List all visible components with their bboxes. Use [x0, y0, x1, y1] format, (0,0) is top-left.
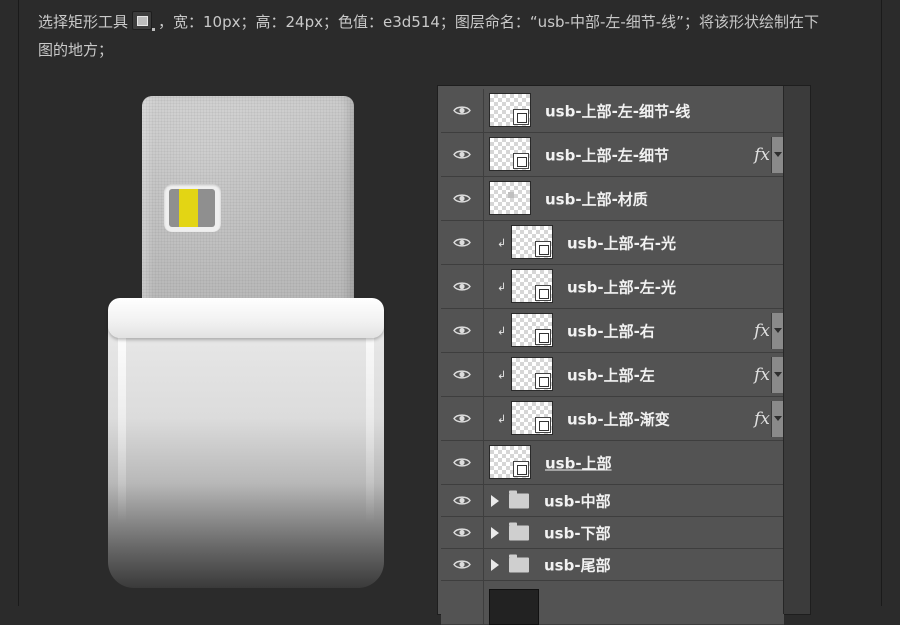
expand-group-arrow-icon[interactable] [491, 526, 499, 539]
layer-name[interactable]: usb-上部-右 [567, 320, 655, 341]
layer-row[interactable]: ↲ usb-上部-右-光 [441, 221, 784, 265]
vector-mask-icon [535, 373, 551, 389]
layer-name[interactable]: usb-上部-左 [567, 364, 655, 385]
visibility-eye-icon[interactable] [441, 89, 484, 132]
layer-name[interactable]: usb-上部-渐变 [567, 408, 670, 429]
layer-thumbnail[interactable] [511, 357, 553, 391]
layer-thumbnail[interactable] [511, 313, 553, 347]
usb-middle-band [108, 298, 384, 338]
vector-mask-icon [513, 109, 529, 125]
eye-column [441, 581, 484, 624]
layer-name[interactable]: usb-上部-左-细节-线 [545, 100, 690, 121]
layer-row[interactable]: ↲ usb-上部-左-光 [441, 265, 784, 309]
right-frame-line [881, 0, 882, 606]
layer-row[interactable]: usb-上部-材质 [441, 177, 784, 221]
layer-row[interactable]: usb-上部-左-细节-线 [441, 89, 784, 133]
usb-top-part [142, 96, 354, 320]
usb-illustration [100, 90, 400, 600]
layer-thumbnail[interactable] [489, 181, 531, 215]
instruction-part1: 选择矩形工具 [38, 13, 129, 31]
vector-mask-icon [535, 285, 551, 301]
layer-effects-icon[interactable]: fx [754, 321, 770, 341]
layer-row[interactable]: ↲ usb-上部-渐变 fx [441, 397, 784, 441]
layer-thumbnail[interactable] [489, 589, 539, 625]
group-name[interactable]: usb-尾部 [544, 554, 611, 575]
layer-thumbnail[interactable] [489, 93, 531, 127]
instruction-part2: ，宽：10px；高：24px；色值：e3d514；图层命名：“usb-中部-左-… [158, 13, 819, 31]
layer-effects-icon[interactable]: fx [754, 365, 770, 385]
usb-yellow-stripe [179, 189, 198, 227]
vector-mask-icon [513, 153, 529, 169]
visibility-eye-icon[interactable] [441, 309, 484, 352]
group-row[interactable]: usb-下部 [441, 517, 784, 549]
layer-row[interactable]: usb-上部 [441, 441, 784, 485]
layer-thumbnail[interactable] [489, 445, 531, 479]
visibility-eye-icon[interactable] [441, 265, 484, 308]
layer-name[interactable]: usb-上部-左-细节 [545, 144, 669, 165]
clipping-mask-icon: ↲ [497, 324, 507, 337]
layers-panel: usb-上部-左-细节-线 usb-上部-左-细节 fx usb-上部-材质 ↲ usb-… [437, 85, 811, 625]
layer-thumbnail[interactable] [511, 401, 553, 435]
visibility-eye-icon[interactable] [441, 177, 484, 220]
group-row[interactable]: usb-中部 [441, 485, 784, 517]
expand-group-arrow-icon[interactable] [491, 494, 499, 507]
folder-icon [509, 490, 529, 508]
instruction-text: 选择矩形工具 ，宽：10px；高：24px；色值：e3d514；图层命名：“usb… [38, 8, 878, 64]
left-frame-line [18, 0, 19, 606]
layers-list: usb-上部-左-细节-线 usb-上部-左-细节 fx usb-上部-材质 ↲ usb-… [441, 89, 784, 625]
layer-thumbnail[interactable] [511, 225, 553, 259]
layer-row[interactable]: ↲ usb-上部-右 fx [441, 309, 784, 353]
layer-name[interactable]: usb-上部-右-光 [567, 232, 676, 253]
instruction-line2: 图的地方； [38, 41, 114, 59]
layer-name[interactable]: usb-上部-材质 [545, 188, 648, 209]
group-name[interactable]: usb-中部 [544, 490, 611, 511]
visibility-eye-icon[interactable] [441, 133, 484, 176]
layer-name[interactable]: usb-上部 [545, 452, 612, 473]
group-row[interactable]: usb-尾部 [441, 549, 784, 581]
folder-icon [509, 554, 529, 572]
usb-middle-body [108, 326, 384, 588]
vector-mask-icon [535, 417, 551, 433]
clipping-mask-icon: ↲ [497, 280, 507, 293]
vector-mask-icon [535, 329, 551, 345]
thumbnail-content [508, 192, 514, 198]
expand-group-arrow-icon[interactable] [491, 558, 499, 571]
visibility-eye-icon[interactable] [441, 517, 484, 548]
clipping-mask-icon: ↲ [497, 412, 507, 425]
layer-row-partial[interactable] [441, 581, 784, 625]
visibility-eye-icon[interactable] [441, 353, 484, 396]
layer-name[interactable]: usb-上部-左-光 [567, 276, 676, 297]
rectangle-tool-icon [132, 11, 156, 31]
folder-icon [509, 522, 529, 540]
visibility-eye-icon[interactable] [441, 549, 484, 580]
visibility-eye-icon[interactable] [441, 397, 484, 440]
clipping-mask-icon: ↲ [497, 368, 507, 381]
usb-connector-hole [164, 184, 221, 232]
usb-hole-inner [169, 189, 215, 227]
clipping-mask-icon: ↲ [497, 236, 507, 249]
layer-effects-icon[interactable]: fx [754, 145, 770, 165]
visibility-eye-icon[interactable] [441, 485, 484, 516]
layer-effects-icon[interactable]: fx [754, 409, 770, 429]
layer-row[interactable]: ↲ usb-上部-左 fx [441, 353, 784, 397]
visibility-eye-icon[interactable] [441, 441, 484, 484]
layer-thumbnail[interactable] [489, 137, 531, 171]
layer-row[interactable]: usb-上部-左-细节 fx [441, 133, 784, 177]
group-name[interactable]: usb-下部 [544, 522, 611, 543]
layer-thumbnail[interactable] [511, 269, 553, 303]
visibility-eye-icon[interactable] [441, 221, 484, 264]
vector-mask-icon [535, 241, 551, 257]
vector-mask-icon [513, 461, 529, 477]
layers-scrollbar[interactable] [783, 86, 810, 614]
